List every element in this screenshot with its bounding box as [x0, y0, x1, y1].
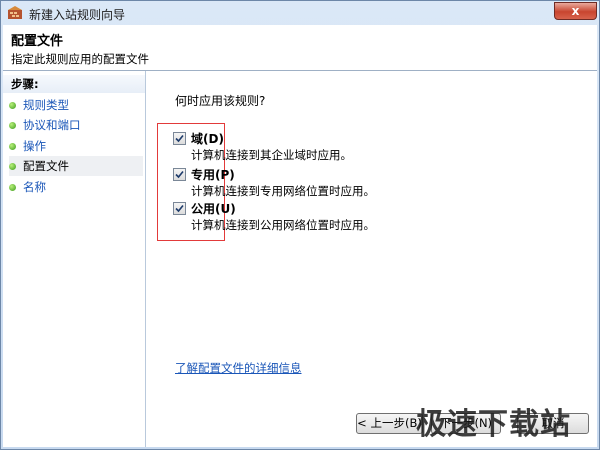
wizard-window: 新建入站规则向导 x 配置文件 指定此规则应用的配置文件 步骤: 规则类型 协议… — [0, 0, 600, 450]
page-subtitle: 指定此规则应用的配置文件 — [11, 52, 149, 66]
private-checkbox[interactable] — [173, 168, 186, 181]
back-button[interactable]: < 上一步(B) — [356, 413, 423, 434]
option-description: 计算机连接到专用网络位置时应用。 — [191, 184, 375, 198]
step-bullet-icon — [9, 122, 16, 129]
page-header: 配置文件 指定此规则应用的配置文件 — [3, 25, 597, 71]
sidebar-item-rule-type[interactable]: 规则类型 — [9, 95, 143, 115]
option-description: 计算机连接到其企业域时应用。 — [191, 148, 352, 162]
step-bullet-icon — [9, 184, 16, 191]
step-bullet-icon — [9, 163, 16, 170]
checkmark-icon — [175, 134, 184, 143]
sidebar-item-label: 操作 — [23, 139, 46, 153]
option-description: 计算机连接到公用网络位置时应用。 — [191, 218, 375, 232]
sidebar-item-protocol-ports[interactable]: 协议和端口 — [9, 115, 143, 135]
sidebar-item-profile[interactable]: 配置文件 — [9, 156, 143, 176]
watermark: 极速下载站 — [416, 407, 571, 442]
checkmark-icon — [175, 170, 184, 179]
public-checkbox[interactable] — [173, 202, 186, 215]
content-area: 步骤: 规则类型 协议和端口 操作 配置文件 名称 何时应用该规则? 域(D) … — [3, 71, 597, 447]
window-title: 新建入站规则向导 — [29, 8, 126, 22]
steps-heading: 步骤: — [3, 75, 145, 93]
domain-checkbox[interactable] — [173, 132, 186, 145]
sidebar-item-label: 配置文件 — [23, 159, 69, 173]
question-label: 何时应用该规则? — [175, 94, 266, 108]
close-button[interactable]: x — [554, 2, 597, 20]
firewall-icon — [7, 6, 23, 20]
option-domain: 域(D) 计算机连接到其企业域时应用。 — [173, 129, 473, 163]
close-icon: x — [571, 4, 580, 18]
main-panel: 何时应用该规则? 域(D) 计算机连接到其企业域时应用。 专用(P) 计算机连接… — [146, 71, 597, 447]
step-bullet-icon — [9, 102, 16, 109]
sidebar-item-action[interactable]: 操作 — [9, 136, 143, 156]
steps-sidebar: 步骤: 规则类型 协议和端口 操作 配置文件 名称 — [3, 71, 146, 447]
option-public: 公用(U) 计算机连接到公用网络位置时应用。 — [173, 199, 473, 233]
sidebar-item-name[interactable]: 名称 — [9, 177, 143, 197]
learn-more-link[interactable]: 了解配置文件的详细信息 — [175, 360, 302, 376]
checkmark-icon — [175, 204, 184, 213]
option-label[interactable]: 专用(P) — [191, 166, 235, 183]
sidebar-item-label: 名称 — [23, 180, 46, 194]
option-label[interactable]: 域(D) — [191, 130, 224, 147]
page-title: 配置文件 — [11, 34, 64, 49]
step-bullet-icon — [9, 143, 16, 150]
option-label[interactable]: 公用(U) — [191, 200, 236, 217]
title-bar[interactable]: 新建入站规则向导 x — [1, 1, 599, 25]
option-private: 专用(P) 计算机连接到专用网络位置时应用。 — [173, 165, 473, 199]
sidebar-item-label: 协议和端口 — [23, 118, 81, 132]
sidebar-item-label: 规则类型 — [23, 98, 69, 112]
